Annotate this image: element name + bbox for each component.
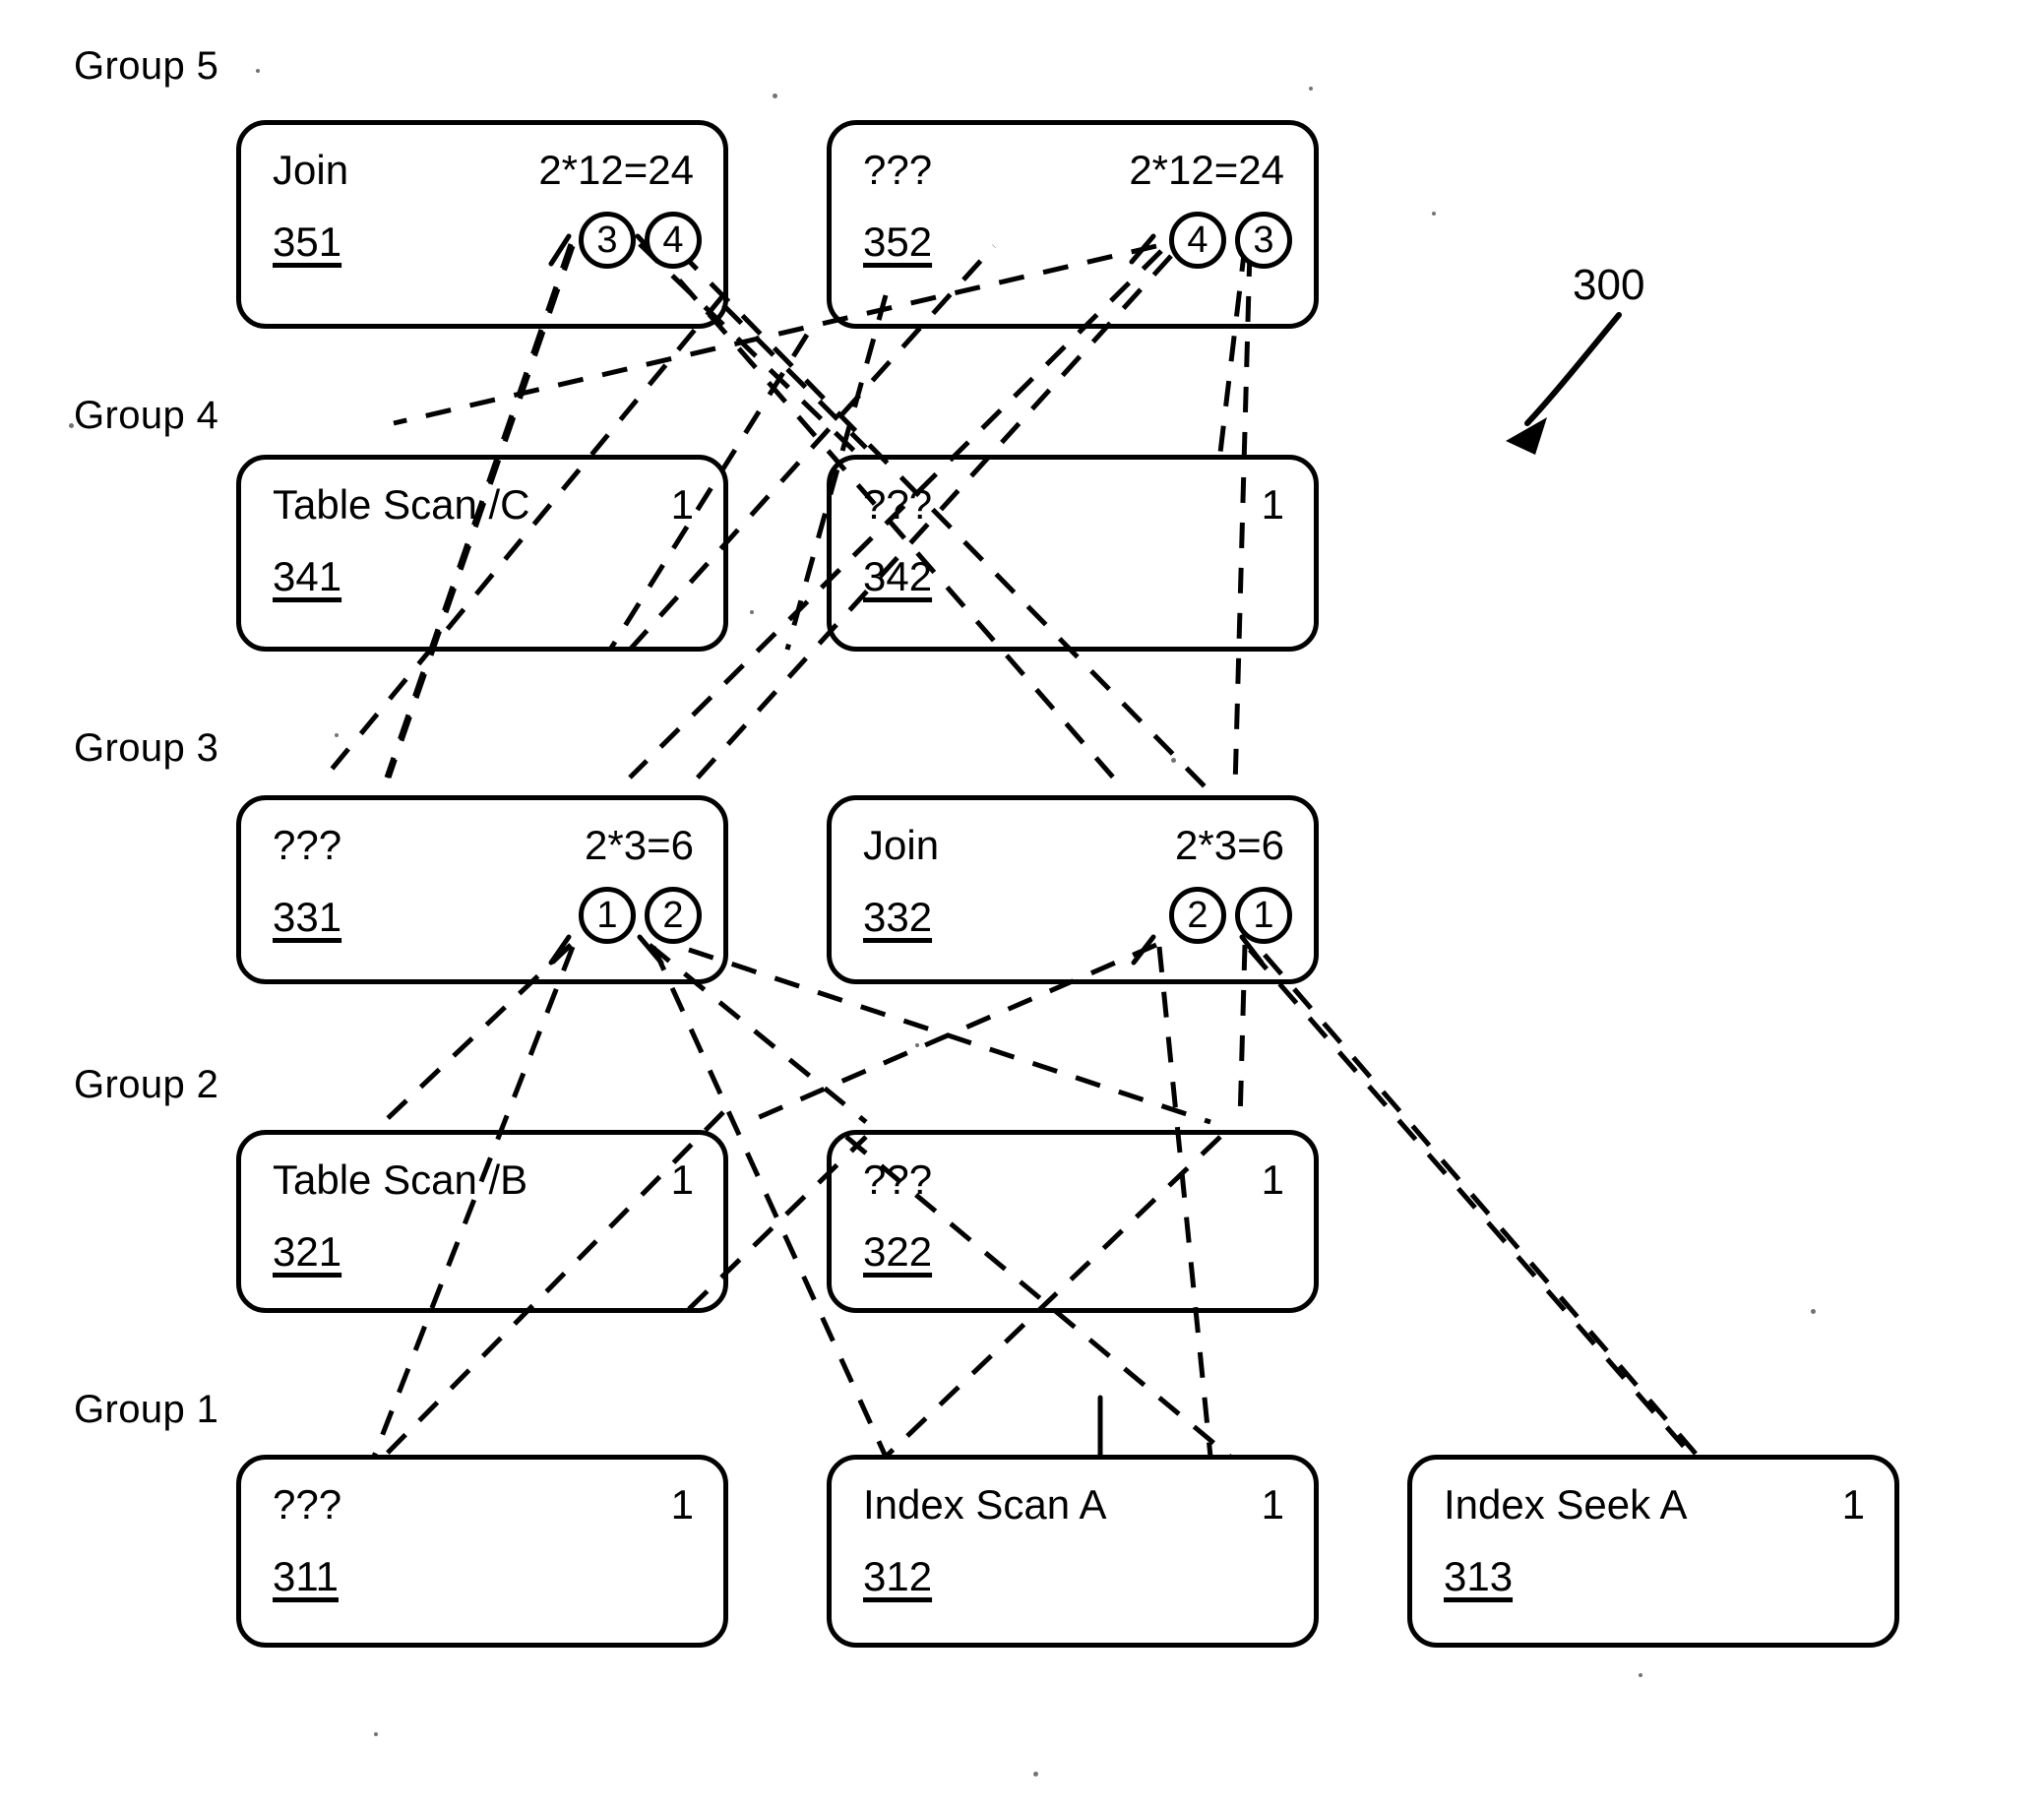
node-311-cost: 1 (670, 1481, 694, 1528)
node-321-id: 321 (273, 1228, 342, 1275)
node-332-circle-2: 1 (1235, 887, 1292, 944)
node-332-circle-1: 2 (1169, 887, 1226, 944)
node-331-circle-1: 1 (579, 887, 636, 944)
node-313-cost: 1 (1841, 1481, 1865, 1528)
scan-speck (1309, 87, 1313, 91)
scan-speck (256, 69, 260, 73)
scan-speck (374, 1732, 378, 1736)
node-313[interactable]: Index Seek A 1 313 (1407, 1455, 1899, 1648)
node-322-id: 322 (863, 1228, 933, 1275)
node-321-operator: Table Scan /B (273, 1156, 528, 1203)
scan-speck (335, 733, 339, 737)
node-321-cost: 1 (670, 1156, 694, 1203)
node-352-operator: ??? (863, 147, 933, 193)
node-342[interactable]: ??? 1 342 (827, 455, 1319, 652)
node-313-operator: Index Seek A (1444, 1481, 1688, 1528)
node-351-cost: 2*12=24 (538, 147, 694, 193)
reference-arrow-head (1506, 417, 1547, 455)
node-341-cost: 1 (670, 481, 694, 528)
scan-speck (773, 94, 777, 98)
group-label-3: Group 3 (74, 726, 219, 770)
node-312[interactable]: Index Scan A 1 312 (827, 1455, 1319, 1648)
node-351-operator: Join (273, 147, 349, 193)
scan-speck (1171, 758, 1176, 763)
node-352[interactable]: ??? 2*12=24 352 4 3 (827, 120, 1319, 329)
group-label-2: Group 2 (74, 1063, 219, 1106)
node-332-cost: 2*3=6 (1175, 822, 1284, 868)
node-331-cost: 2*3=6 (585, 822, 694, 868)
node-313-id: 313 (1444, 1553, 1514, 1599)
patent-figure-300: Group 5 Group 4 Group 3 Group 2 Group 1 … (0, 0, 2044, 1810)
node-311[interactable]: ??? 1 311 (236, 1455, 728, 1648)
node-351-circle-1: 3 (579, 212, 636, 269)
figure-reference-number: 300 (1573, 261, 1645, 309)
scan-speck (1033, 1772, 1038, 1777)
edge-332-extra (1263, 953, 1704, 1464)
node-351-id: 351 (273, 218, 342, 265)
node-331-id: 331 (273, 894, 342, 940)
scan-speck (750, 610, 754, 614)
node-332-circles: 2 1 (1169, 887, 1292, 944)
node-322-cost: 1 (1261, 1156, 1284, 1203)
node-351-circles: 3 4 (579, 212, 702, 269)
node-331[interactable]: ??? 2*3=6 331 1 2 (236, 795, 728, 984)
node-352-circle-1: 4 (1169, 212, 1226, 269)
scan-speck (915, 1043, 919, 1047)
node-341-operator: Table Scan /C (273, 481, 530, 528)
node-351-circle-2: 4 (645, 212, 702, 269)
node-342-id: 342 (863, 553, 933, 599)
node-322-operator: ??? (863, 1156, 933, 1203)
node-341[interactable]: Table Scan /C 1 341 (236, 455, 728, 652)
node-352-id: 352 (863, 218, 933, 265)
node-331-circle-2: 2 (645, 887, 702, 944)
node-352-circles: 4 3 (1169, 212, 1292, 269)
node-352-cost: 2*12=24 (1129, 147, 1284, 193)
node-352-circle-2: 3 (1235, 212, 1292, 269)
node-321[interactable]: Table Scan /B 1 321 (236, 1130, 728, 1313)
scan-speck (1432, 212, 1436, 216)
node-311-operator: ??? (273, 1481, 342, 1528)
scan-speck (1639, 1673, 1642, 1677)
node-342-cost: 1 (1261, 481, 1284, 528)
node-332-id: 332 (863, 894, 933, 940)
node-332-operator: Join (863, 822, 940, 868)
scan-speck (1811, 1309, 1816, 1314)
node-331-operator: ??? (273, 822, 342, 868)
scan-speck (69, 423, 74, 428)
node-332[interactable]: Join 2*3=6 332 2 1 (827, 795, 1319, 984)
group-label-4: Group 4 (74, 394, 219, 437)
reference-arrow-curve (1524, 312, 1622, 426)
node-342-operator: ??? (863, 481, 933, 528)
group-label-5: Group 5 (74, 44, 219, 88)
node-312-cost: 1 (1261, 1481, 1284, 1528)
node-311-id: 311 (273, 1553, 339, 1599)
node-331-circles: 1 2 (579, 887, 702, 944)
node-351[interactable]: Join 2*12=24 351 3 4 (236, 120, 728, 329)
node-312-operator: Index Scan A (863, 1481, 1107, 1528)
node-341-id: 341 (273, 553, 342, 599)
node-312-id: 312 (863, 1553, 933, 1599)
node-322[interactable]: ??? 1 322 (827, 1130, 1319, 1313)
group-label-1: Group 1 (74, 1388, 219, 1431)
